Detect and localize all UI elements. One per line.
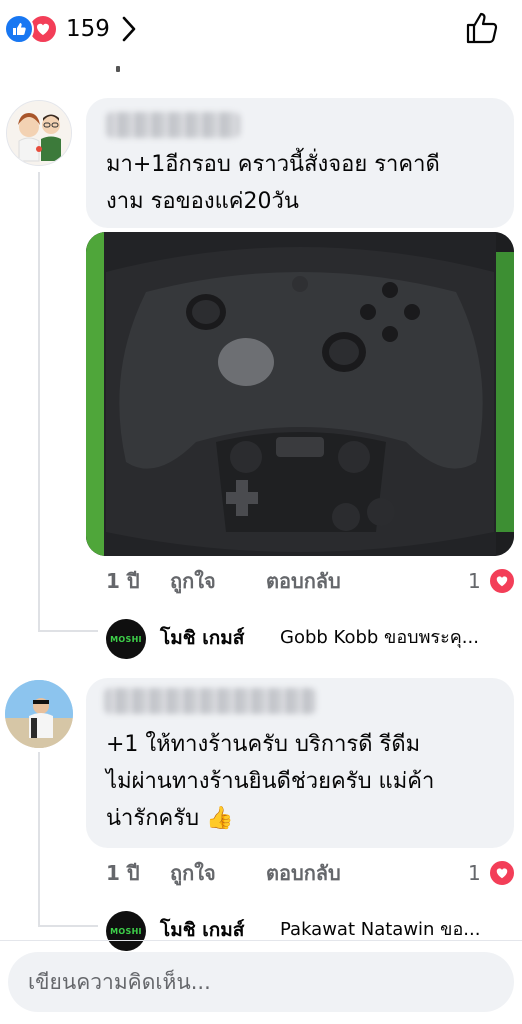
reply-author-name[interactable]: โมชิ เกมส์ <box>160 914 244 946</box>
chevron-right-icon[interactable] <box>120 14 138 44</box>
reply-preview[interactable]: MOSHI โมชิ เกมส์ Pakawat Natawin ขอ... <box>106 910 516 952</box>
reply-text: Gobb Kobb ขอบพระคุ... <box>280 627 479 648</box>
comment-timestamp[interactable]: 1 ปี <box>106 856 140 890</box>
comment-text: +1 ให้ทางร้านครับ บริการดี รีดีม ไม่ผ่าน… <box>106 732 435 831</box>
commenter-name-blurred[interactable] <box>104 688 316 714</box>
like-button[interactable]: ถูกใจ <box>170 856 216 890</box>
reply-author-name[interactable]: โมชิ เกมส์ <box>160 622 244 654</box>
thumbs-up-icon[interactable] <box>462 8 502 48</box>
comment-reaction-count[interactable]: 1 <box>468 856 481 890</box>
reply-text: Pakawat Natawin ขอ... <box>280 919 481 940</box>
thread-line <box>38 630 98 632</box>
like-reaction-icon[interactable] <box>4 14 34 44</box>
reply-button[interactable]: ตอบกลับ <box>266 564 341 598</box>
reply-preview[interactable]: MOSHI โมชิ เกมส์ Gobb Kobb ขอบพระคุ... <box>106 618 516 660</box>
reactions-header: 159 <box>0 0 522 58</box>
thread-line <box>38 172 40 632</box>
page-avatar[interactable]: MOSHI <box>106 911 146 951</box>
comment-bubble[interactable]: +1 ให้ทางร้านครับ บริการดี รีดีม ไม่ผ่าน… <box>86 678 514 848</box>
reaction-count[interactable]: 159 <box>66 12 110 46</box>
comment-input-placeholder[interactable]: เขียนความคิดเห็น... <box>28 964 211 1000</box>
love-icon[interactable] <box>488 859 516 887</box>
scroll-indicator <box>116 66 120 72</box>
divider <box>0 940 522 941</box>
page-avatar[interactable]: MOSHI <box>106 619 146 659</box>
comment-reaction-count[interactable]: 1 <box>468 564 481 598</box>
thread-line <box>38 925 98 927</box>
comment-timestamp[interactable]: 1 ปี <box>106 564 140 598</box>
thread-line <box>38 752 40 927</box>
like-button[interactable]: ถูกใจ <box>170 564 216 598</box>
commenter-avatar[interactable] <box>6 100 72 166</box>
comment-actions: 1 ปี ถูกใจ ตอบกลับ 1 <box>106 564 516 598</box>
comment-input[interactable]: เขียนความคิดเห็น... <box>8 952 514 1012</box>
comment-bubble[interactable]: มา+1อีกรอบ คราวนี้สั่งจอย ราคาดี งาม รอข… <box>86 98 514 228</box>
reply-button[interactable]: ตอบกลับ <box>266 856 341 890</box>
comment-photo[interactable] <box>86 232 514 556</box>
commenter-avatar[interactable] <box>5 680 73 748</box>
commenter-name-blurred[interactable] <box>106 112 240 138</box>
comment-actions: 1 ปี ถูกใจ ตอบกลับ 1 <box>106 856 516 890</box>
comment-text: มา+1อีกรอบ คราวนี้สั่งจอย ราคาดี งาม รอข… <box>106 152 440 214</box>
love-icon[interactable] <box>488 567 516 595</box>
